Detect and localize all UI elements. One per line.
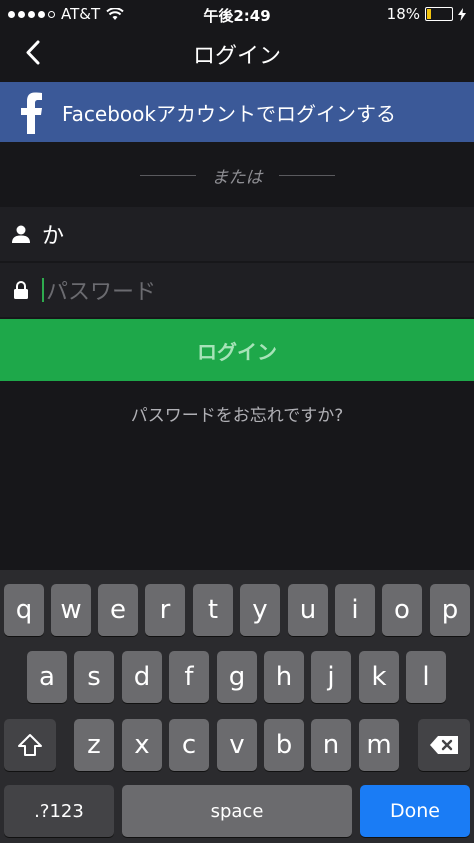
key-i[interactable]: i — [335, 584, 375, 636]
facebook-login-label: Facebookアカウントでログインする — [62, 101, 396, 126]
key-v[interactable]: v — [217, 719, 257, 771]
username-field[interactable]: か — [0, 207, 474, 261]
forgot-password-link[interactable]: パスワードをお忘れですか? — [0, 401, 474, 426]
key-q[interactable]: q — [4, 584, 44, 636]
key-x[interactable]: x — [122, 719, 162, 771]
divider-text: または — [211, 167, 263, 188]
user-icon — [0, 224, 42, 244]
key-u[interactable]: u — [288, 584, 328, 636]
key-s[interactable]: s — [74, 651, 114, 703]
key-j[interactable]: j — [311, 651, 351, 703]
key-b[interactable]: b — [264, 719, 304, 771]
key-p[interactable]: p — [430, 584, 470, 636]
key-r[interactable]: r — [145, 584, 185, 636]
delete-key[interactable] — [418, 719, 470, 771]
key-c[interactable]: c — [169, 719, 209, 771]
status-right: 18% — [387, 5, 466, 23]
space-key[interactable]: space — [122, 785, 352, 837]
key-e[interactable]: e — [98, 584, 138, 636]
keyboard: q w e r t y u i o p a s d f g h j k l z … — [0, 570, 474, 843]
facebook-login-button[interactable]: Facebookアカウントでログインする — [0, 82, 474, 142]
username-value: か — [42, 224, 65, 249]
or-divider: または — [0, 160, 474, 190]
nav-bar: ログイン — [0, 28, 474, 80]
key-h[interactable]: h — [264, 651, 304, 703]
backspace-icon — [430, 736, 458, 754]
key-t[interactable]: t — [193, 584, 233, 636]
key-w[interactable]: w — [51, 584, 91, 636]
key-l[interactable]: l — [406, 651, 446, 703]
page-title: ログイン — [192, 44, 281, 69]
charging-icon — [458, 7, 466, 21]
key-d[interactable]: d — [122, 651, 162, 703]
password-placeholder: パスワード — [46, 280, 157, 305]
text-cursor — [42, 278, 44, 302]
key-y[interactable]: y — [240, 584, 280, 636]
login-button[interactable]: ログイン — [0, 319, 474, 381]
key-g[interactable]: g — [217, 651, 257, 703]
lock-icon — [0, 280, 42, 300]
shift-icon — [18, 734, 42, 756]
password-field[interactable]: パスワード — [0, 263, 474, 317]
done-key[interactable]: Done — [360, 785, 470, 837]
battery-percent: 18% — [386, 5, 420, 23]
battery-icon — [425, 7, 453, 21]
key-a[interactable]: a — [27, 651, 67, 703]
numbers-key[interactable]: .?123 — [4, 785, 114, 837]
shift-key[interactable] — [4, 719, 56, 771]
key-z[interactable]: z — [74, 719, 114, 771]
key-n[interactable]: n — [311, 719, 351, 771]
key-m[interactable]: m — [359, 719, 399, 771]
divider-line-right — [278, 174, 335, 176]
status-bar: AT&T 午後2:49 18% — [0, 0, 474, 28]
key-f[interactable]: f — [169, 651, 209, 703]
divider-line-left — [139, 174, 196, 176]
facebook-icon — [0, 82, 62, 142]
key-o[interactable]: o — [382, 584, 422, 636]
key-k[interactable]: k — [359, 651, 399, 703]
